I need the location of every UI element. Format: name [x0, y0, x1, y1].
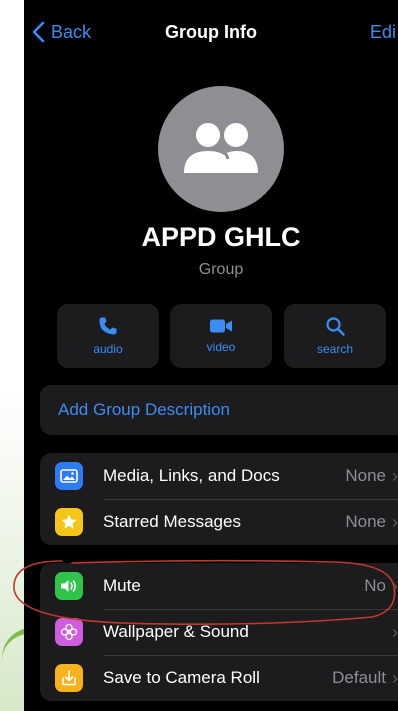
flower-icon [55, 618, 83, 646]
wallpaper-sound-label: Wallpaper & Sound [103, 622, 249, 641]
starred-messages-value: None [345, 512, 386, 531]
starred-messages-label: Starred Messages [103, 512, 241, 531]
save-camera-roll-label: Save to Camera Roll [103, 668, 260, 687]
chevron-right-icon: › [392, 575, 398, 596]
search-button[interactable]: search [284, 304, 386, 368]
video-label: video [206, 340, 236, 354]
star-icon [55, 508, 83, 536]
group-avatar[interactable] [158, 86, 284, 212]
speaker-icon [55, 572, 83, 600]
media-links-docs-value: None [345, 466, 386, 485]
chevron-right-icon: › [392, 465, 398, 486]
download-icon [55, 664, 83, 692]
list-item-media-links-docs[interactable]: Media, Links, and Docs None › [40, 453, 398, 499]
settings-section: Mute No › Wallpaper & Sound › Save to Ca… [40, 563, 398, 701]
group-people-icon [184, 123, 258, 173]
media-links-docs-label: Media, Links, and Docs [103, 466, 280, 485]
audio-call-button[interactable]: audio [57, 304, 159, 368]
phone-icon [99, 317, 117, 335]
list-item-save-camera-roll[interactable]: Save to Camera Roll Default › [40, 655, 398, 701]
phone-screen: Back Group Info Edi APPD GHLC Group audi… [24, 0, 398, 711]
media-starred-section: Media, Links, and Docs None › Starred Me… [40, 453, 398, 545]
list-item-mute[interactable]: Mute No › [40, 563, 398, 609]
save-camera-roll-value: Default [332, 668, 386, 687]
group-name: APPD GHLC [141, 222, 301, 252]
search-label: search [316, 342, 354, 356]
list-item-starred-messages[interactable]: Starred Messages None › [40, 499, 398, 545]
navigation-bar: Back Group Info Edi [24, 0, 398, 62]
add-group-description-button[interactable]: Add Group Description [40, 385, 398, 435]
audio-label: audio [93, 342, 123, 356]
group-subtitle: Group [198, 261, 244, 278]
chevron-right-icon: › [392, 667, 398, 688]
page-title: Group Info [165, 22, 257, 42]
chevron-right-icon: › [392, 511, 398, 532]
page-background [0, 0, 24, 711]
list-item-wallpaper-sound[interactable]: Wallpaper & Sound › [40, 609, 398, 655]
photo-icon [55, 462, 83, 490]
mute-value: No [364, 576, 386, 595]
video-camera-icon [210, 319, 232, 333]
edit-button[interactable]: Edi [370, 22, 396, 43]
video-call-button[interactable]: video [170, 304, 272, 368]
mute-label: Mute [103, 576, 141, 595]
chevron-right-icon: › [392, 621, 398, 642]
search-icon [326, 317, 345, 336]
